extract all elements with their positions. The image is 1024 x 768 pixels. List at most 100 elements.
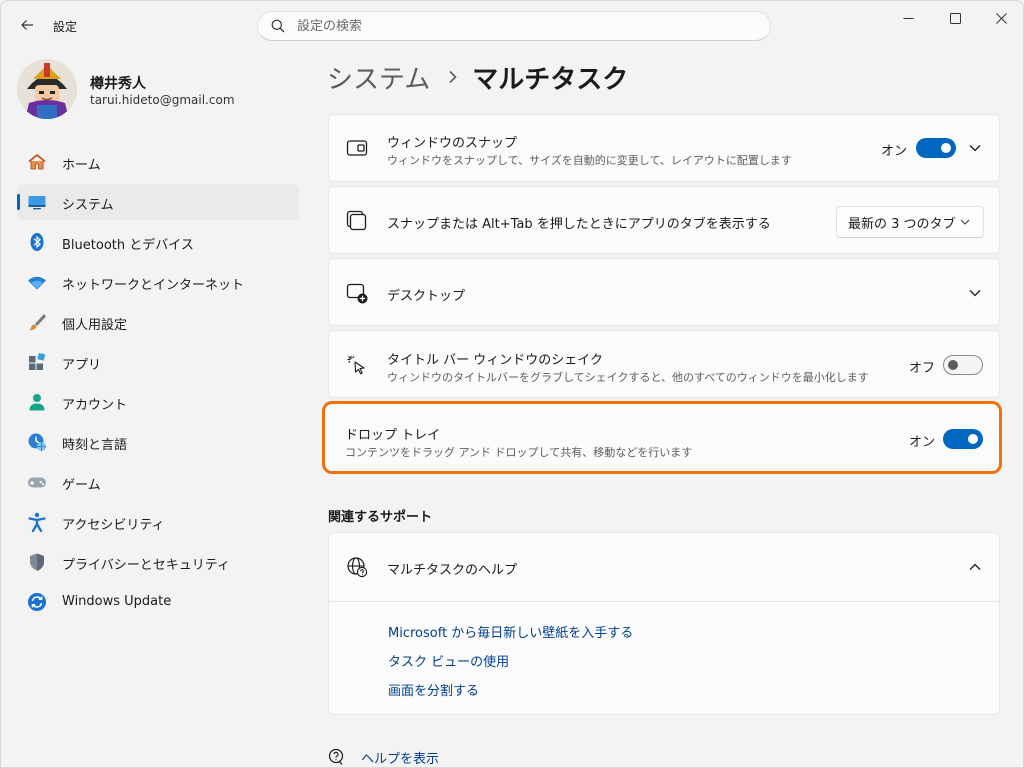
sidebar-item-gaming[interactable]: ゲーム xyxy=(17,464,299,500)
help-title: マルチタスクのヘルプ xyxy=(387,563,518,578)
help-chat-icon xyxy=(328,748,346,766)
settings-window: 設定 樽井秀人 ta xyxy=(0,0,1024,768)
sidebar-item-label: アクセシビリティ xyxy=(62,518,165,533)
sidebar-item-system[interactable]: システム xyxy=(17,184,299,220)
snap-tabs-card: スナップまたは Alt+Tab を押したときにアプリのタブを表示する 最新の 3… xyxy=(328,186,1000,254)
wifi-icon xyxy=(27,272,47,292)
brush-icon xyxy=(27,312,47,332)
system-icon xyxy=(27,192,47,212)
setting-title: デスクトップ xyxy=(387,289,466,304)
sidebar-item-label: ネットワークとインターネット xyxy=(62,278,245,293)
sidebar-item-time-language[interactable]: 時刻と言語 xyxy=(17,424,299,460)
user-email: tarui.hideto@gmail.com xyxy=(90,93,235,107)
gamepad-icon xyxy=(27,472,47,492)
minimize-button[interactable] xyxy=(885,1,931,35)
drop-tray-card: ドロップ トレイ コンテンツをドラッグ アンド ドロップして共有、移動などを行い… xyxy=(322,401,1002,474)
breadcrumb: システム マルチタスク xyxy=(327,57,628,97)
setting-title: ウィンドウのスナップ xyxy=(387,136,518,151)
search-input[interactable] xyxy=(297,18,737,34)
sidebar-item-apps[interactable]: アプリ xyxy=(17,344,299,380)
shield-icon xyxy=(27,552,47,572)
account-icon xyxy=(27,392,47,412)
help-link-split-screen[interactable]: 画面を分割する xyxy=(388,680,479,699)
chevron-up-icon xyxy=(967,559,983,575)
chevron-down-icon xyxy=(959,216,971,228)
related-support-heading: 関連するサポート xyxy=(328,510,433,525)
dropdown-selected-value: 最新の 3 つのタブ xyxy=(848,216,956,232)
sidebar-nav: ホーム システム Bluetooth とデバイス ネットワークとインターネット … xyxy=(17,144,299,624)
chevron-down-icon[interactable] xyxy=(967,140,983,156)
setting-title: スナップまたは Alt+Tab を押したときにアプリのタブを表示する xyxy=(387,217,771,232)
setting-subtitle: ウィンドウをスナップして、サイズを自動的に変更して、レイアウトに配置します xyxy=(387,154,792,167)
arrow-left-icon xyxy=(21,20,33,30)
snap-windows-toggle[interactable] xyxy=(916,138,956,158)
sidebar-item-label: プライバシーとセキュリティ xyxy=(62,558,230,573)
accessibility-icon xyxy=(27,512,47,532)
apps-icon xyxy=(27,352,47,372)
help-expander-header[interactable]: マルチタスクのヘルプ xyxy=(329,533,999,601)
globe-help-icon xyxy=(346,556,368,578)
help-link-task-view[interactable]: タスク ビューの使用 xyxy=(388,651,509,670)
bluetooth-icon xyxy=(27,232,47,252)
title-bar: 設定 xyxy=(1,1,1023,49)
maximize-icon xyxy=(949,12,961,24)
chevron-down-icon[interactable] xyxy=(967,285,983,301)
setting-title: タイトル バー ウィンドウのシェイク xyxy=(387,353,604,368)
title-bar-shake-card: タイトル バー ウィンドウのシェイク ウィンドウのタイトルバーをグラブしてシェイ… xyxy=(328,330,1000,398)
time-language-icon xyxy=(27,432,47,452)
sidebar-item-accessibility[interactable]: アクセシビリティ xyxy=(17,504,299,540)
sidebar-item-label: システム xyxy=(62,198,114,213)
back-button[interactable] xyxy=(13,11,41,39)
snap-windows-card[interactable]: ウィンドウのスナップ ウィンドウをスナップして、サイズを自動的に変更して、レイア… xyxy=(328,114,1000,182)
breadcrumb-parent[interactable]: システム xyxy=(327,59,430,96)
title-bar-shake-toggle[interactable] xyxy=(943,355,983,375)
sidebar-item-privacy[interactable]: プライバシーとセキュリティ xyxy=(17,544,299,580)
toggle-state-label: オン xyxy=(881,144,908,159)
sidebar-item-label: 個人用設定 xyxy=(62,318,128,333)
avatar-samurai-icon xyxy=(17,59,77,119)
sidebar-item-windows-update[interactable]: Windows Update xyxy=(17,584,299,620)
avatar[interactable] xyxy=(17,59,77,119)
toggle-state-label: オン xyxy=(909,435,936,450)
search-box[interactable] xyxy=(257,11,771,41)
toggle-state-label: オフ xyxy=(909,361,936,376)
shake-cursor-icon xyxy=(346,354,368,376)
get-help-link[interactable]: ヘルプを表示 xyxy=(328,746,440,767)
drop-tray-toggle[interactable] xyxy=(943,429,983,449)
sidebar-item-label: Bluetooth とデバイス xyxy=(62,238,194,253)
help-link-wallpaper[interactable]: Microsoft から毎日新しい壁紙を入手する xyxy=(388,622,633,641)
windows-update-icon xyxy=(27,592,47,612)
setting-subtitle: ウィンドウのタイトルバーをグラブしてシェイクすると、他のすべてのウィンドウを最小… xyxy=(387,371,869,384)
user-name: 樽井秀人 xyxy=(90,76,146,92)
snap-layout-icon xyxy=(346,137,368,159)
close-button[interactable] xyxy=(978,1,1023,35)
chevron-right-icon xyxy=(448,70,458,84)
sidebar-item-label: Windows Update xyxy=(62,594,172,609)
close-icon xyxy=(995,12,1007,24)
snap-tabs-dropdown[interactable]: 最新の 3 つのタブ xyxy=(836,206,984,238)
app-title: 設定 xyxy=(53,20,78,34)
sidebar-item-label: ゲーム xyxy=(62,478,101,493)
sidebar-item-label: アカウント xyxy=(62,398,128,413)
get-help-label: ヘルプを表示 xyxy=(361,751,440,767)
sidebar-item-accounts[interactable]: アカウント xyxy=(17,384,299,420)
setting-subtitle: コンテンツをドラッグ アンド ドロップして共有、移動などを行います xyxy=(345,446,693,459)
sidebar-item-label: 時刻と言語 xyxy=(62,438,128,453)
sidebar-item-label: ホーム xyxy=(62,158,101,173)
maximize-button[interactable] xyxy=(932,1,978,35)
tabs-stack-icon xyxy=(346,210,368,232)
sidebar-item-label: アプリ xyxy=(62,358,102,373)
setting-title: ドロップ トレイ xyxy=(345,428,441,443)
sidebar-item-personalization[interactable]: 個人用設定 xyxy=(17,304,299,340)
search-icon xyxy=(270,18,286,34)
desktops-card[interactable]: デスクトップ xyxy=(328,258,1000,326)
add-desktop-icon xyxy=(346,282,368,304)
multitasking-help-card: マルチタスクのヘルプ Microsoft から毎日新しい壁紙を入手する タスク … xyxy=(328,532,1000,715)
home-icon xyxy=(27,152,47,172)
sidebar-item-bluetooth[interactable]: Bluetooth とデバイス xyxy=(17,224,299,260)
help-links: Microsoft から毎日新しい壁紙を入手する タスク ビューの使用 画面を分… xyxy=(329,601,999,714)
minimize-icon xyxy=(903,17,913,19)
sidebar-item-home[interactable]: ホーム xyxy=(17,144,299,180)
page-title: マルチタスク xyxy=(472,64,629,95)
sidebar-item-network[interactable]: ネットワークとインターネット xyxy=(17,264,299,300)
